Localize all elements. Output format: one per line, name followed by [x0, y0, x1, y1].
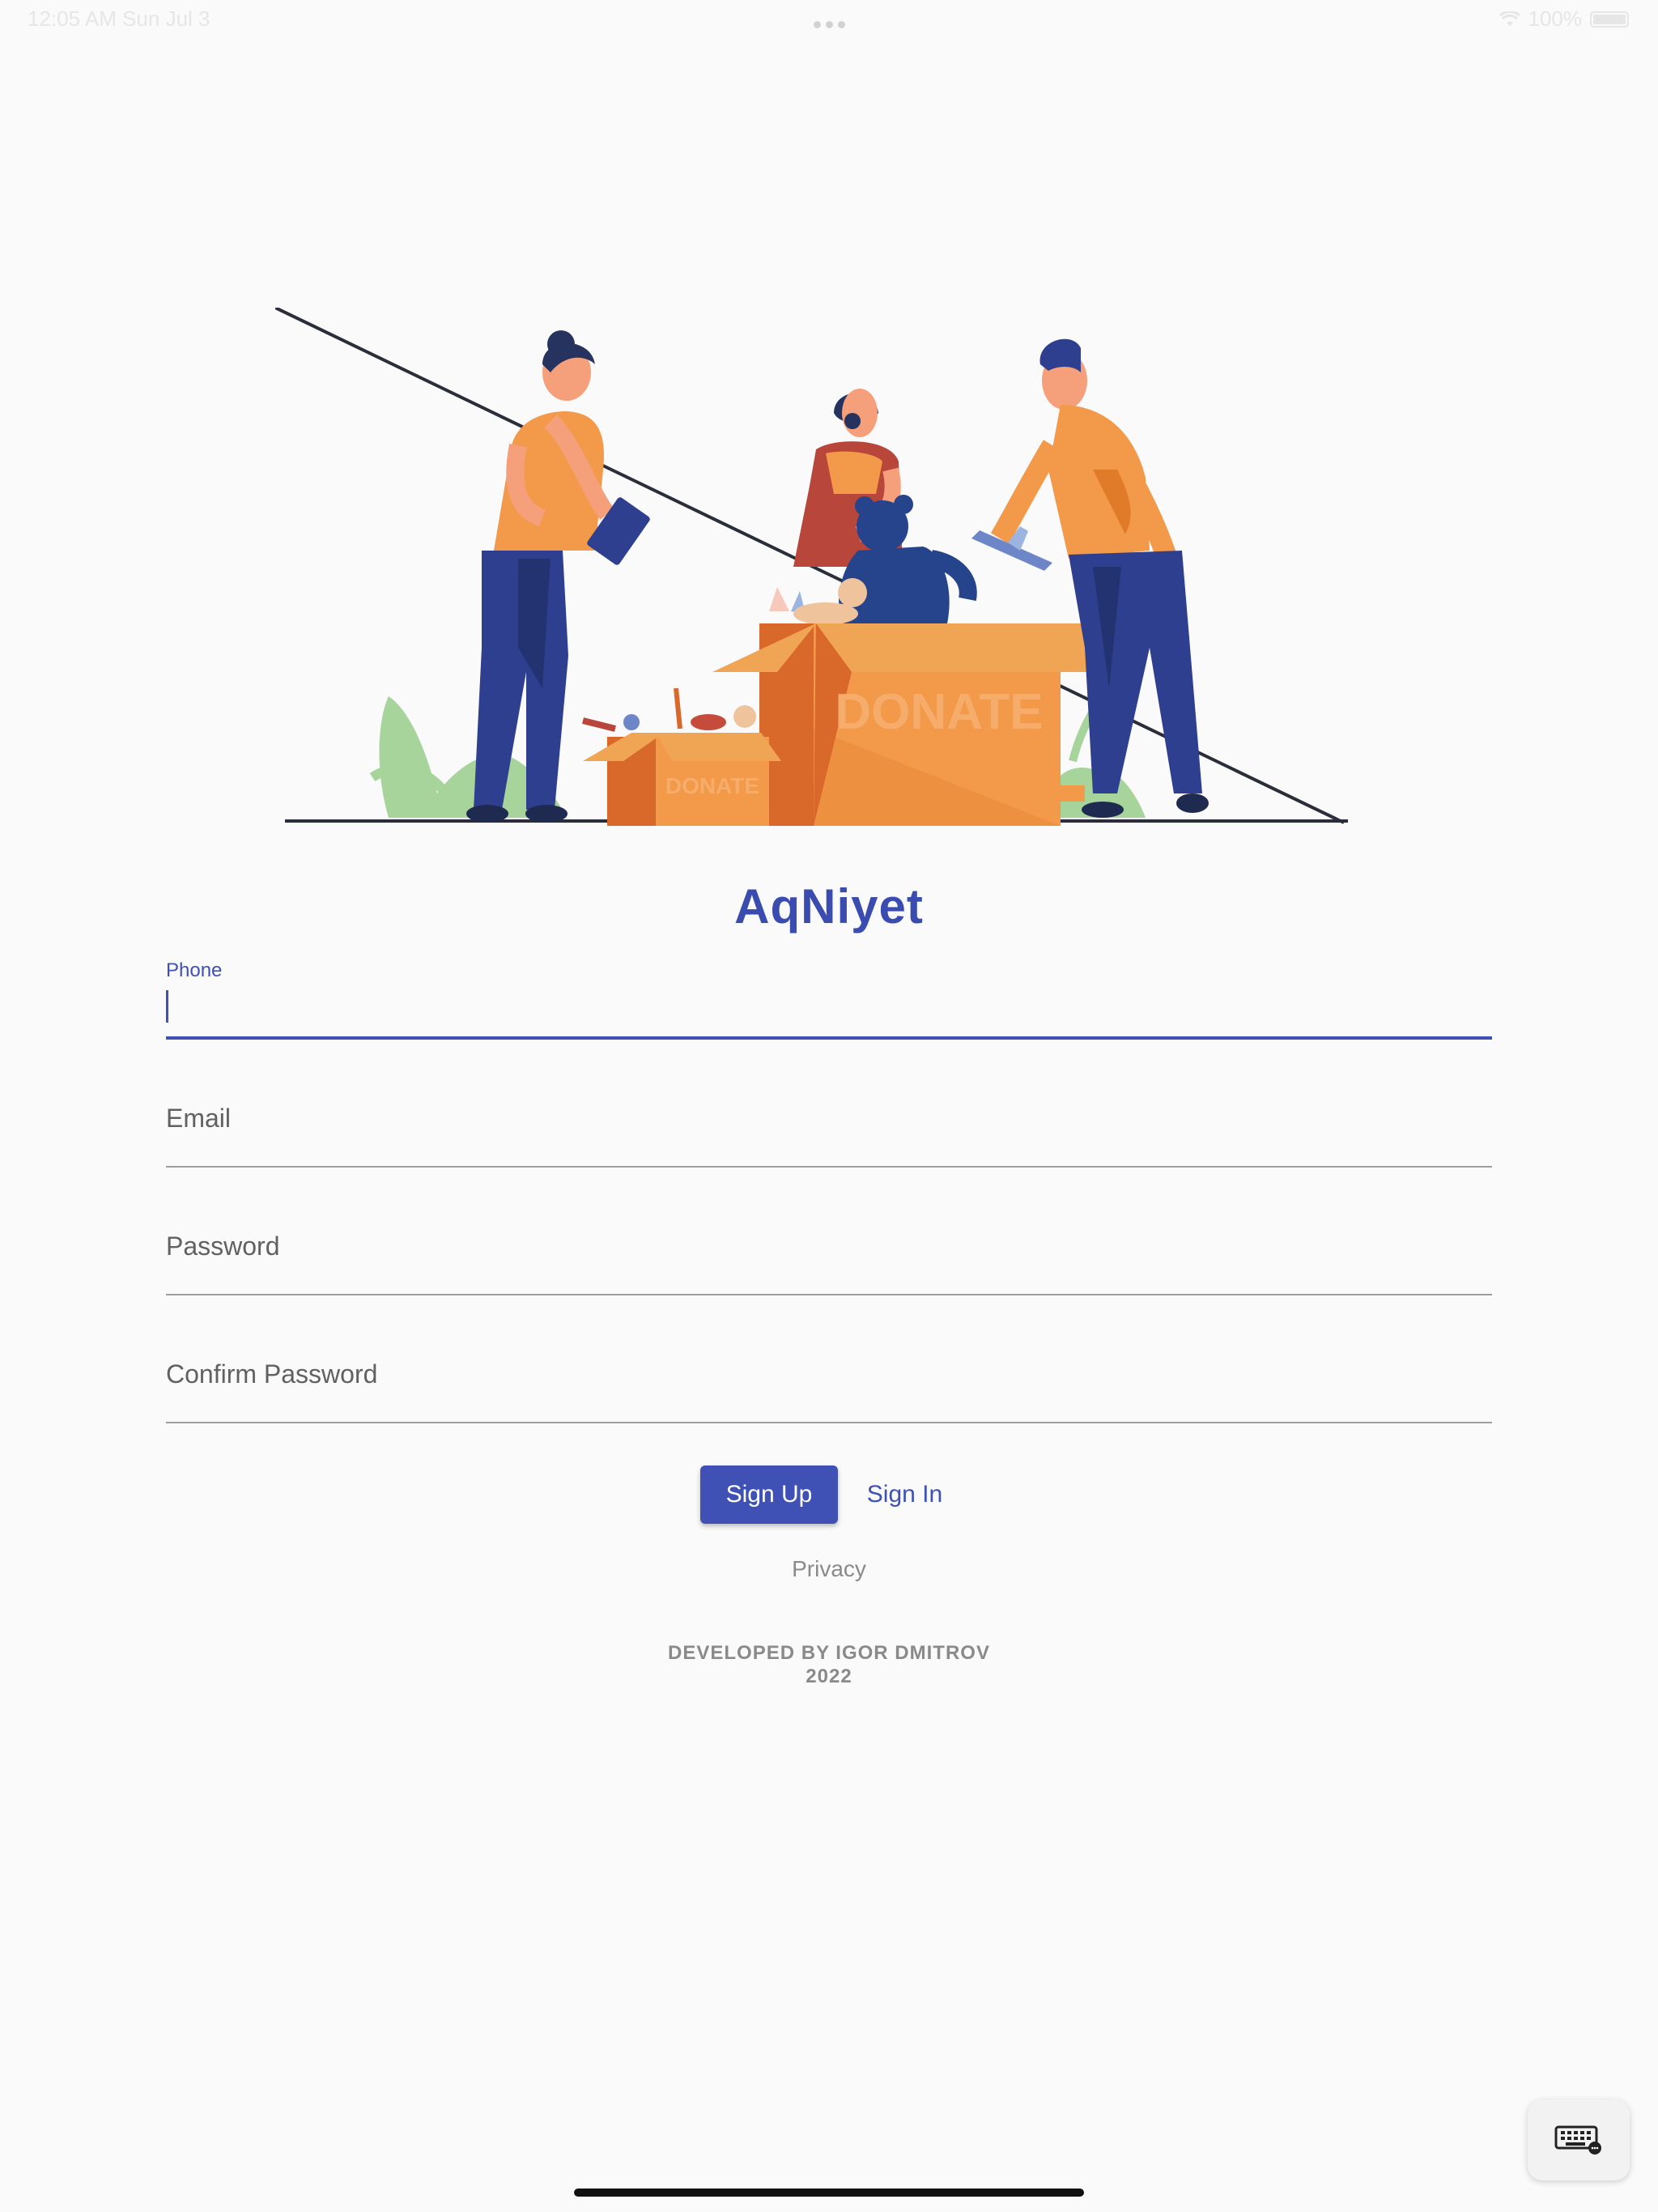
small-box-label: DONATE [665, 773, 759, 798]
app-title: AqNiyet [734, 879, 924, 934]
email-label: Email [166, 1104, 232, 1133]
phone-underline [166, 1036, 1492, 1040]
big-box-label: DONATE [835, 684, 1043, 740]
battery-icon [1590, 11, 1629, 28]
text-caret [166, 990, 168, 1023]
status-bar: 12:05 AM Sun Jul 3 100% [0, 0, 1658, 39]
phone-field[interactable]: Phone [166, 959, 1492, 1040]
big-donate-box: DONATE [712, 623, 1133, 826]
confirm-password-underline [166, 1422, 1492, 1423]
email-underline [166, 1166, 1492, 1168]
credits: DEVELOPED BY IGOR DMITROV 2022 [0, 1641, 1658, 1688]
credit-year: 2022 [806, 1665, 852, 1687]
home-indicator[interactable] [574, 2189, 1084, 2197]
wifi-icon [1499, 11, 1520, 26]
sign-up-button[interactable]: Sign Up [700, 1465, 838, 1524]
status-date: Sun Jul 3 [122, 6, 210, 31]
status-indicators: 100% [1499, 6, 1629, 32]
password-field[interactable]: Password [166, 1229, 1492, 1298]
password-underline [166, 1294, 1492, 1295]
battery-percent: 100% [1528, 6, 1583, 31]
phone-label: Phone [166, 959, 223, 981]
confirm-password-label: Confirm Password [166, 1359, 378, 1389]
donation-illustration: DONATE DONATE [275, 308, 1348, 826]
keyboard-icon [1554, 2125, 1601, 2155]
privacy-link[interactable]: Privacy [0, 1556, 1658, 1582]
multitasking-dots[interactable] [811, 18, 848, 32]
status-time: 12:05 AM Sun Jul 3 [28, 6, 210, 32]
small-donate-box: DONATE [582, 687, 781, 826]
password-label: Password [166, 1231, 280, 1261]
developer-credit: DEVELOPED BY IGOR DMITROV [668, 1642, 990, 1664]
confirm-password-field[interactable]: Confirm Password [166, 1357, 1492, 1426]
sign-in-button[interactable]: Sign In [854, 1465, 955, 1524]
status-clock: 12:05 AM [28, 6, 117, 31]
email-field[interactable]: Email [166, 1101, 1492, 1170]
keyboard-toggle-button[interactable] [1528, 2099, 1630, 2180]
